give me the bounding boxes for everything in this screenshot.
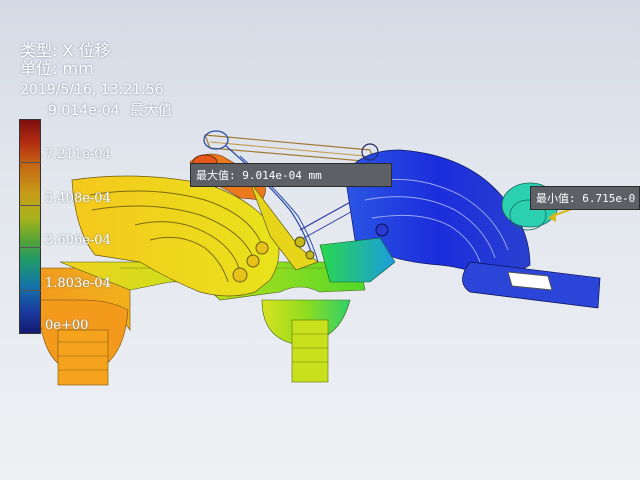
result-type-label: 类型: X 位移 [20,41,111,60]
legend-tick-line [19,247,41,248]
legend-tick-label: 5.408e-04 [45,191,111,206]
legend-tick-label: 3.606e-04 [45,233,111,248]
legend-tick-label: 1.803e-04 [45,276,111,291]
legend-color-bar [19,119,41,334]
legend-tick-line [19,162,41,163]
legend-max-number: 9.014e-04 [48,103,120,119]
legend-tick-label: 7.211e-04 [45,147,111,162]
legend-tick-label: 0e+00 [45,318,89,333]
legend-tick-line [19,205,41,206]
legend-max-value: 9.014e-04 最大值 [48,103,172,120]
junction-block [319,237,396,283]
center-support [261,299,351,383]
legend-tick-line [19,290,41,291]
legend-max-suffix: 最大值 [130,103,173,119]
right-tail-plate [462,261,601,309]
min-value-callout[interactable]: 最小值: 6.715e-0 [530,186,640,210]
unit-label: 单位: mm [20,59,94,78]
timestamp: 2019/5/16, 13:21:56 [20,82,164,98]
max-value-callout[interactable]: 最大值: 9.014e-04 mm [190,163,392,187]
